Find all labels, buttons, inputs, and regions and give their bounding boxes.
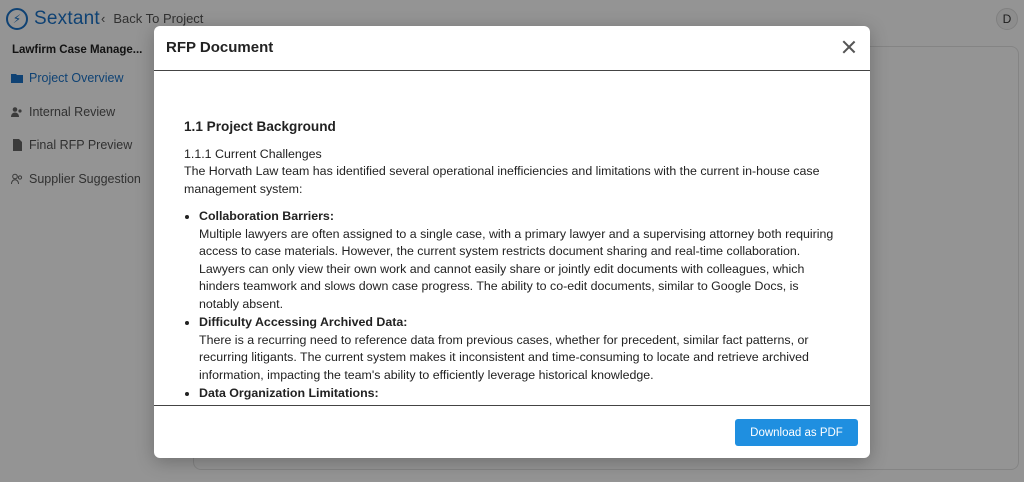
subsection-heading: 1.1.1 Current Challenges	[184, 146, 322, 161]
list-item-title: Data Organization Limitations:	[199, 386, 379, 400]
rfp-document-modal: RFP Document 1.1 Project Background 1.1.…	[154, 26, 870, 458]
modal-header: RFP Document	[154, 26, 870, 71]
modal-body[interactable]: 1.1 Project Background 1.1.1 Current Cha…	[154, 71, 870, 406]
list-item-text: Multiple lawyers are often assigned to a…	[199, 226, 834, 311]
modal-title: RFP Document	[166, 39, 274, 56]
close-icon[interactable]	[842, 40, 856, 54]
rfp-document-content: 1.1 Project Background 1.1.1 Current Cha…	[184, 118, 836, 404]
list-item-title: Difficulty Accessing Archived Data:	[199, 315, 408, 329]
list-item: Data Organization Limitations:	[199, 385, 836, 403]
list-item-title: Collaboration Barriers:	[199, 209, 334, 223]
section-heading: 1.1 Project Background	[184, 119, 336, 134]
intro-paragraph: The Horvath Law team has identified seve…	[184, 164, 820, 196]
challenges-list: Collaboration Barriers: Multiple lawyers…	[199, 208, 836, 403]
list-item: Difficulty Accessing Archived Data: Ther…	[199, 314, 836, 384]
list-item: Collaboration Barriers: Multiple lawyers…	[199, 208, 836, 313]
modal-footer: Download as PDF	[154, 406, 870, 458]
download-pdf-button[interactable]: Download as PDF	[735, 419, 858, 446]
list-item-text: There is a recurring need to reference d…	[199, 332, 809, 382]
